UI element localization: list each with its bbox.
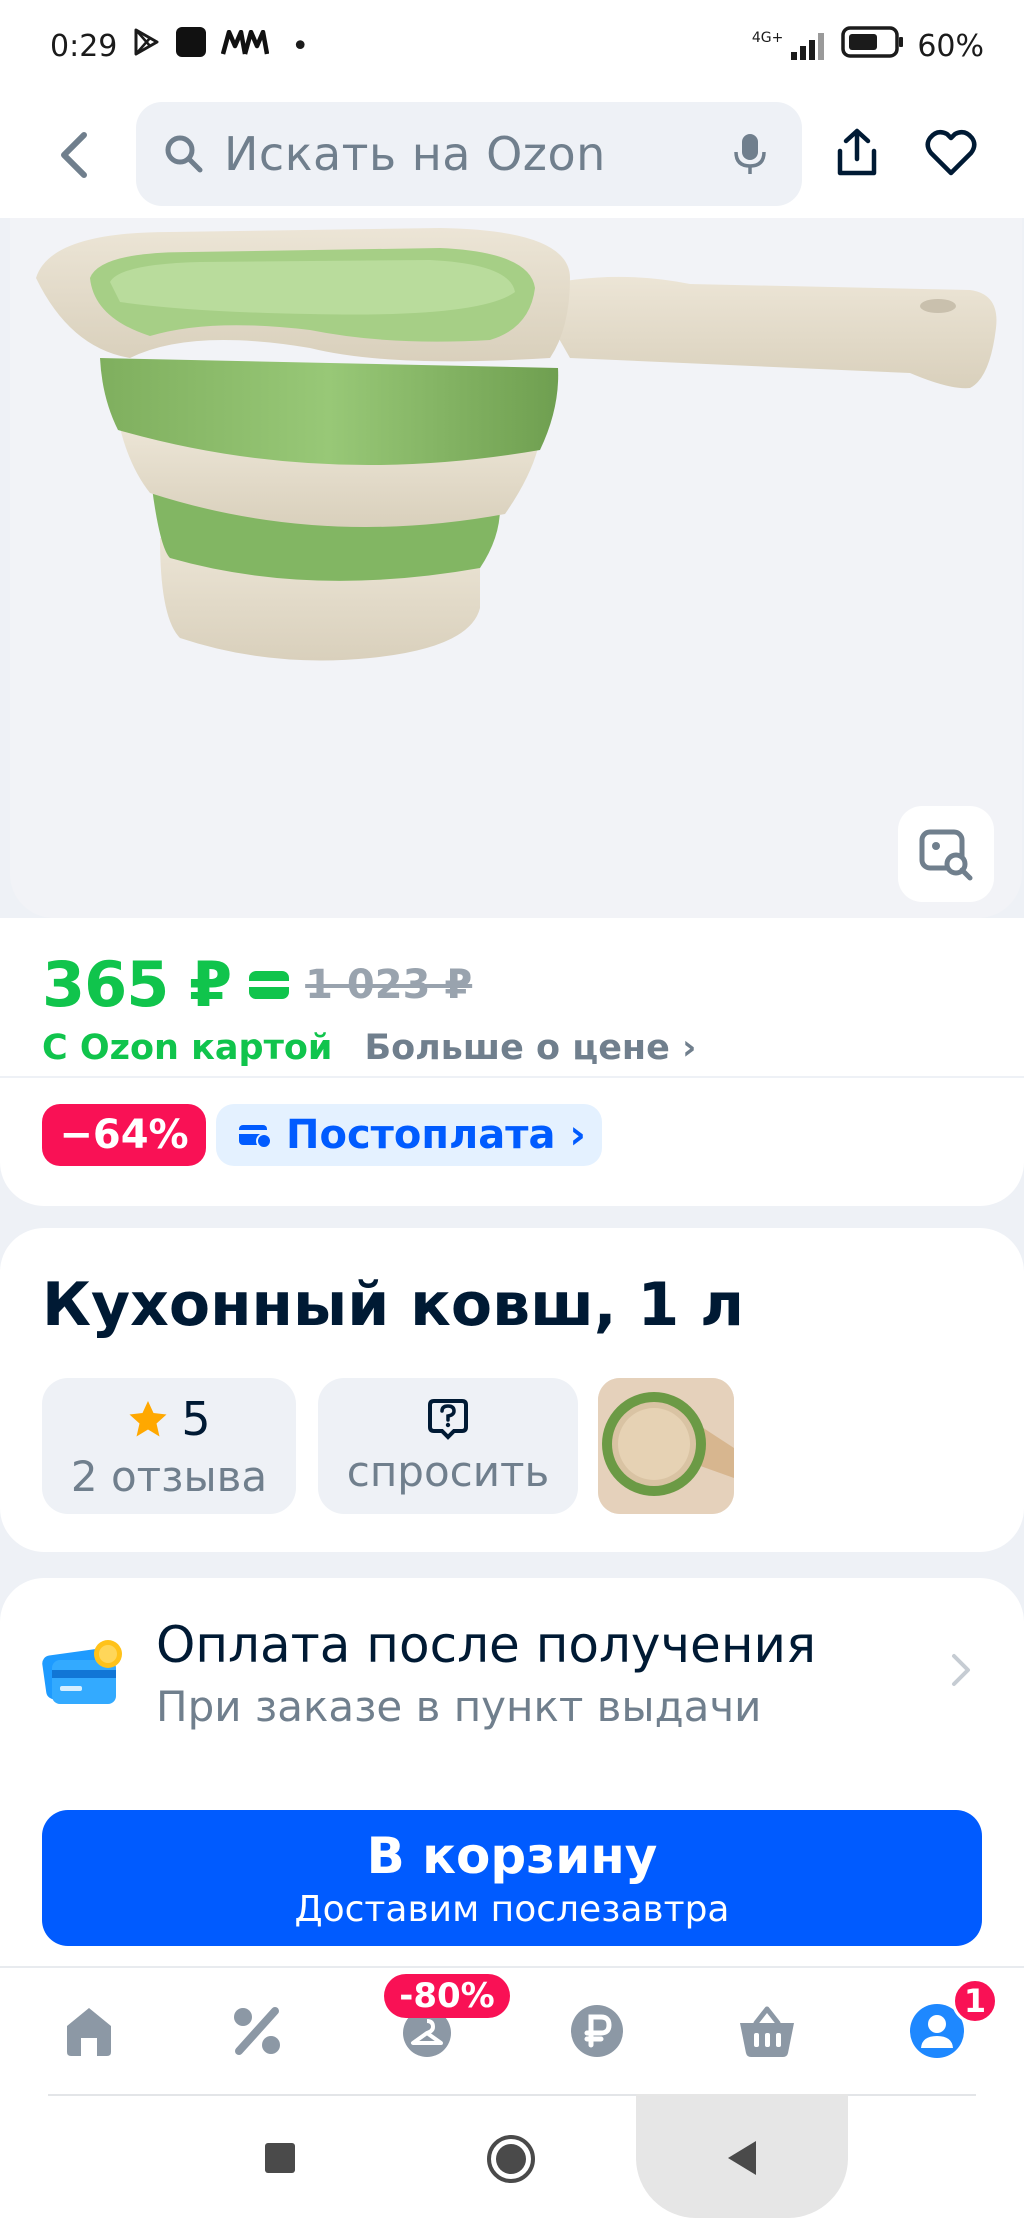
tab-cart[interactable] xyxy=(732,1996,802,2066)
question-bubble-icon xyxy=(428,1398,468,1440)
product-thumbnail[interactable] xyxy=(598,1378,734,1514)
cart-button-subtitle: Доставим послезавтра xyxy=(294,1888,730,1930)
product-gallery[interactable] xyxy=(10,218,1022,918)
postpay-label: Постоплата › xyxy=(286,1112,586,1158)
circle-icon xyxy=(487,2135,535,2183)
ask-label: спросить xyxy=(346,1446,550,1496)
profile-badge: 1 xyxy=(952,1978,998,2024)
search-placeholder: Искать на Ozon xyxy=(224,127,606,181)
payment-card: Оплата после получения При заказе в пунк… xyxy=(0,1578,1024,1978)
price-card: 365 ₽ 1 023 ₽ С Ozon картой Больше о цен… xyxy=(0,918,1024,1206)
percent-icon xyxy=(234,2007,280,2055)
search-input[interactable]: Искать на Ozon xyxy=(136,102,802,206)
payment-subtitle: При заказе в пункт выдачи xyxy=(156,1682,762,1731)
ruble-icon xyxy=(571,2005,623,2057)
basket-icon xyxy=(740,2006,794,2057)
app-notification-icon xyxy=(175,26,207,66)
tab-finance[interactable] xyxy=(562,1996,632,2066)
battery-icon xyxy=(841,25,905,67)
price-subrow: С Ozon картой Больше о цене › xyxy=(42,1028,696,1068)
share-icon xyxy=(837,128,877,176)
home-system-button[interactable] xyxy=(486,2134,536,2184)
more-about-price-link[interactable]: Больше о цене › xyxy=(364,1028,696,1068)
search-icon xyxy=(165,135,203,173)
signal-icon: 4G+ xyxy=(752,30,830,62)
triangle-back-icon xyxy=(728,2141,756,2175)
tab-home[interactable] xyxy=(54,1996,124,2066)
wallet-icon xyxy=(239,1125,272,1149)
mm-app-icon xyxy=(221,29,270,64)
back-button[interactable] xyxy=(44,122,104,188)
promo-badge: -80% xyxy=(384,1974,510,2018)
visual-search-button[interactable] xyxy=(898,806,994,902)
battery-percent: 60% xyxy=(917,28,984,64)
cart-button-title: В корзину xyxy=(366,1826,658,1885)
product-image xyxy=(36,228,997,661)
network-type: 4G+ xyxy=(751,30,784,46)
tab-discounts[interactable] xyxy=(222,1996,292,2066)
bottom-tab-bar: -80% 1 xyxy=(0,1966,1024,2094)
chevron-right-icon[interactable] xyxy=(946,1650,976,1690)
favorite-button[interactable] xyxy=(920,118,982,188)
add-to-cart-button[interactable]: В корзину Доставим послезавтра xyxy=(42,1810,982,1946)
star-icon xyxy=(129,1400,167,1436)
ozon-card-icon xyxy=(249,970,290,999)
price-old: 1 023 ₽ xyxy=(305,961,473,1008)
discount-badge: −64% xyxy=(42,1104,206,1166)
ask-question-chip[interactable]: спросить xyxy=(318,1378,578,1514)
ozon-card-label: С Ozon картой xyxy=(42,1028,333,1068)
rating-value: 5 xyxy=(181,1391,211,1446)
back-system-button[interactable] xyxy=(722,2138,762,2178)
rating-chip[interactable]: 5 2 отзыва xyxy=(42,1378,296,1514)
credit-card-coin-icon xyxy=(42,1640,122,1704)
price-row: 365 ₽ 1 023 ₽ xyxy=(42,948,472,1021)
system-navigation-bar xyxy=(0,2094,1024,2218)
home-icon xyxy=(67,2008,111,2056)
price-current: 365 ₽ xyxy=(42,948,232,1021)
microphone-icon[interactable] xyxy=(732,132,768,176)
square-icon xyxy=(265,2143,295,2173)
divider xyxy=(0,1076,1024,1078)
thumbnail-image xyxy=(598,1378,734,1514)
status-bar: 0:29 • 4G+ 60% xyxy=(0,0,1024,92)
share-button[interactable] xyxy=(826,118,888,188)
reviews-count: 2 отзыва xyxy=(70,1451,268,1501)
status-time: 0:29 xyxy=(50,28,118,64)
play-store-icon xyxy=(131,27,161,65)
chevron-left-icon xyxy=(61,132,87,178)
recents-button[interactable] xyxy=(262,2140,298,2176)
product-info-card: Кухонный ковш, 1 л 5 2 отзыва спросить xyxy=(0,1228,1024,1552)
more-notifications-dot: • xyxy=(291,28,310,64)
postpay-badge[interactable]: Постоплата › xyxy=(216,1104,602,1166)
top-header: Искать на Ozon xyxy=(0,92,1024,218)
product-title: Кухонный ковш, 1 л xyxy=(42,1270,745,1340)
image-search-icon xyxy=(919,829,973,881)
heart-icon xyxy=(925,129,977,176)
payment-title: Оплата после получения xyxy=(156,1616,817,1674)
